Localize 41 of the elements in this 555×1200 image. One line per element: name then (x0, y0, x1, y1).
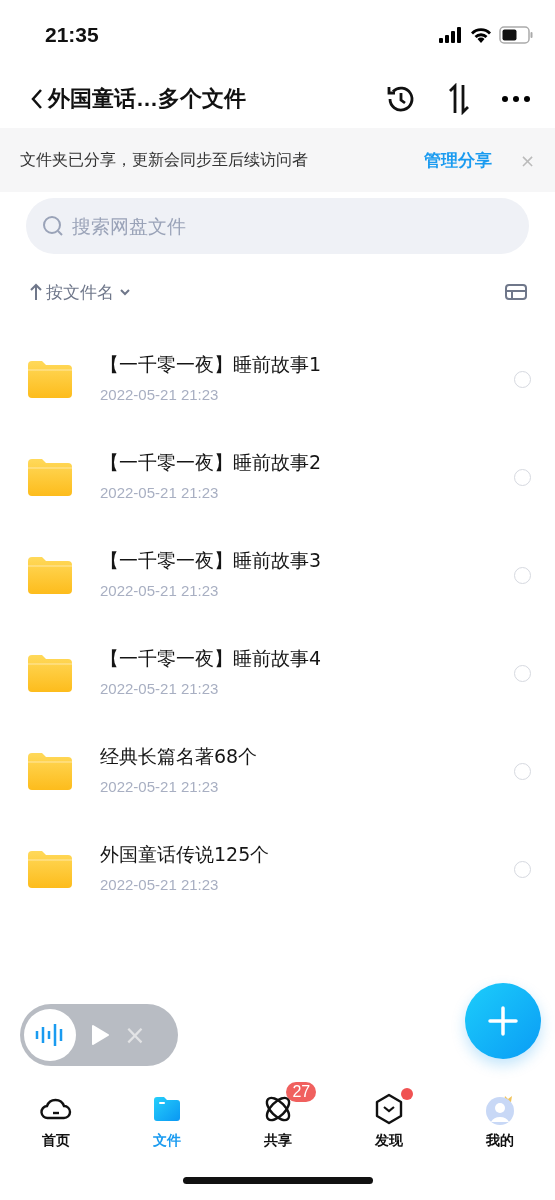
back-button[interactable]: 外国童话…多个文件 (30, 84, 385, 114)
folder-name[interactable]: 【一千零一夜】睡前故事2 (100, 449, 514, 476)
folder-name[interactable]: 【一千零一夜】睡前故事3 (100, 547, 514, 574)
folder-name[interactable]: 经典长篇名著68个 (100, 743, 514, 770)
play-icon[interactable] (90, 1024, 110, 1046)
signal-icon (439, 27, 463, 43)
folder-icon (28, 850, 72, 888)
modified-date: 2022-05-21 21:23 (100, 581, 220, 599)
status-time: 21:35 (45, 23, 99, 47)
chevron-down-icon (118, 287, 132, 297)
modified-date: 2022-05-21 21:23 (100, 679, 220, 697)
tab[interactable]: 共享 27 (222, 1082, 333, 1150)
wifi-icon (470, 27, 492, 43)
folder-icon (28, 654, 72, 692)
more-icon[interactable] (501, 95, 531, 103)
plus-icon (487, 1005, 519, 1037)
up-arrow-icon (30, 283, 42, 301)
folder-icon (28, 458, 72, 496)
folder-title: 外国童话…多个文件 (48, 85, 246, 113)
battery-icon (499, 26, 533, 44)
banner-text: 文件夹已分享，更新会同步至后续访问者 (20, 149, 309, 171)
folder-icon (28, 556, 72, 594)
tab[interactable]: 首页 (0, 1082, 111, 1150)
folder-name[interactable]: 【一千零一夜】睡前故事1 (100, 351, 514, 378)
back-icon (30, 88, 44, 110)
tab[interactable]: 我的 (444, 1082, 555, 1150)
search-field[interactable]: 搜索网盘文件 (26, 198, 529, 254)
folder-name[interactable]: 【一千零一夜】睡前故事4 (100, 645, 514, 672)
add-button[interactable] (465, 983, 541, 1059)
view-toggle-icon[interactable] (505, 284, 527, 300)
modified-date: 2022-05-21 21:23 (100, 875, 220, 893)
folder-name[interactable]: 外国童话传说125个 (100, 841, 514, 868)
modified-date: 2022-05-21 21:23 (100, 483, 220, 501)
modified-date: 2022-05-21 21:23 (100, 385, 220, 403)
folder-icon (28, 752, 72, 790)
modified-date: 2022-05-21 21:23 (100, 777, 220, 795)
tab[interactable]: 发现 (333, 1082, 444, 1150)
sort-by-name-button[interactable]: 按文件名 (30, 280, 505, 304)
count-badge: 27 (286, 1082, 317, 1102)
folder-icon (28, 360, 72, 398)
waveform-icon[interactable] (24, 1009, 76, 1061)
